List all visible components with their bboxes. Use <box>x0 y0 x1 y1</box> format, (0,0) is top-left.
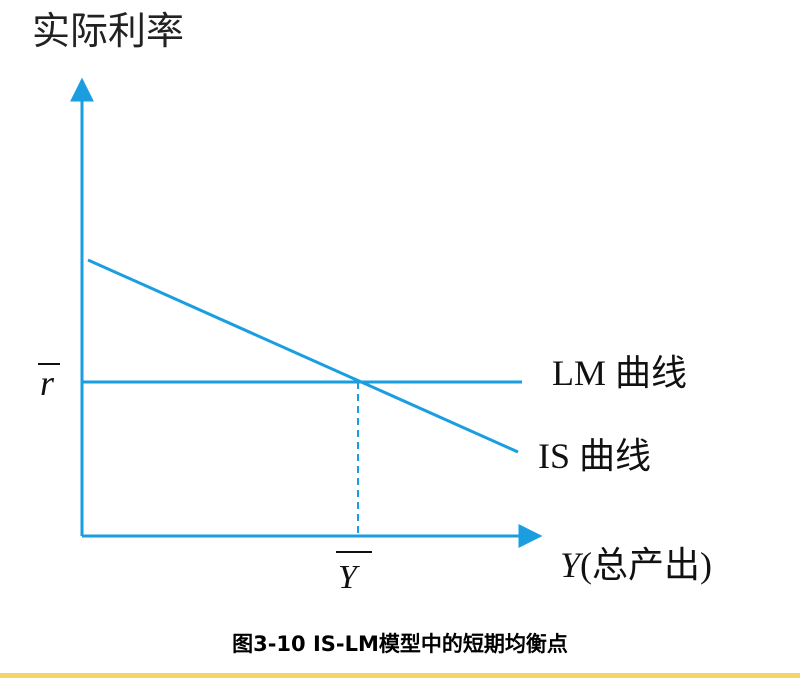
r-bar-label: r <box>40 363 55 403</box>
y-bar-label: Y <box>338 559 360 596</box>
bottom-bar <box>0 673 800 678</box>
is-lm-diagram: 实际利率 r Y LM 曲线 IS 曲线 Y(总产出) 图3-10 IS-LM模… <box>0 9 800 678</box>
x-axis-description: (总产出) <box>580 545 712 585</box>
figure-caption: 图3-10 IS-LM模型中的短期均衡点 <box>232 632 568 656</box>
is-curve-label: IS 曲线 <box>538 436 651 476</box>
lm-curve-label: LM 曲线 <box>552 353 687 393</box>
is-curve <box>87 258 519 454</box>
x-axis-title: Y(总产出) <box>560 545 712 585</box>
y-axis-title: 实际利率 <box>32 9 184 53</box>
